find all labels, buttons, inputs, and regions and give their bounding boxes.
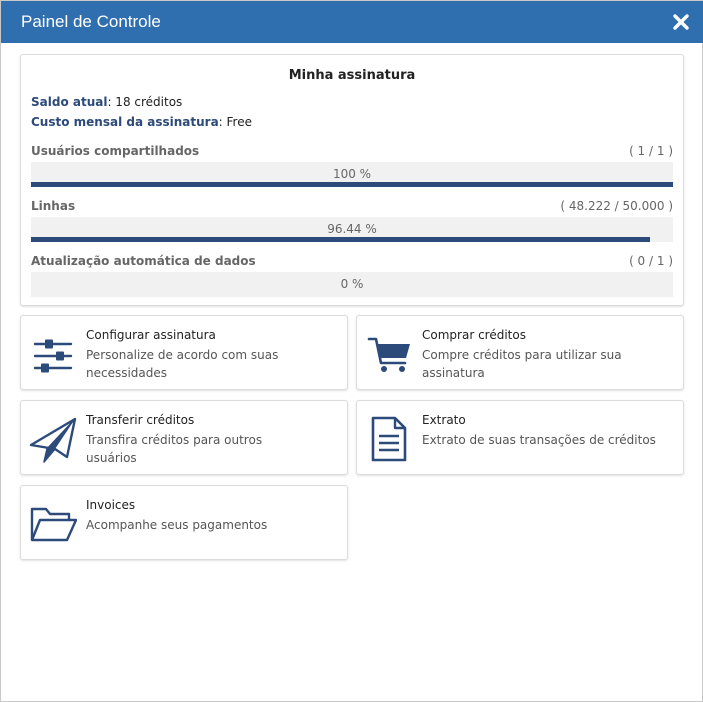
transfer-credits-title: Transferir créditos	[86, 413, 195, 427]
shared-users-count: ( 1 / 1 )	[629, 144, 673, 158]
buy-credits-tile[interactable]: Comprar créditos Compre créditos para ut…	[356, 315, 684, 390]
lines-label: Linhas	[31, 199, 76, 213]
monthly-cost-value: : Free	[218, 115, 252, 129]
balance-line: Saldo atual: 18 créditos	[31, 95, 182, 109]
subscription-title: Minha assinatura	[288, 68, 416, 83]
transfer-credits-tile[interactable]: Transferir créditos Transfira créditos p…	[20, 400, 348, 475]
buy-credits-desc: Compre créditos para utilizar sua assina…	[422, 348, 622, 380]
lines-count: ( 48.222 / 50.000 )	[560, 199, 673, 213]
configure-subscription-tile[interactable]: Configurar assinatura Personalize de aco…	[20, 315, 348, 390]
statement-desc: Extrato de suas transações de créditos	[422, 433, 656, 447]
buy-credits-title: Comprar créditos	[422, 328, 526, 342]
sliders-icon	[29, 330, 77, 378]
statement-tile[interactable]: Extrato Extrato de suas transações de cr…	[356, 400, 684, 475]
folder-open-icon	[29, 500, 78, 548]
subscription-card: Minha assinatura Saldo atual: 18 crédito…	[20, 54, 684, 306]
configure-subscription-title: Configurar assinatura	[86, 328, 216, 342]
lines-progress: 96.44 %	[31, 217, 673, 242]
auto-update-count: ( 0 / 1 )	[629, 254, 673, 268]
auto-update-label: Atualização automática de dados	[31, 254, 256, 268]
monthly-cost-line: Custo mensal da assinatura: Free	[31, 115, 252, 129]
titlebar: Painel de Controle	[1, 1, 703, 43]
configure-subscription-desc: Personalize de acordo com suas necessida…	[86, 348, 279, 380]
document-icon	[365, 415, 413, 463]
invoices-title: Invoices	[86, 498, 136, 512]
monthly-cost-label: Custo mensal da assinatura	[31, 115, 219, 129]
lines-percent: 96.44 %	[327, 222, 377, 236]
close-button[interactable]	[670, 11, 692, 33]
shared-users-progress-fill	[31, 182, 673, 187]
shared-users-label: Usuários compartilhados	[31, 144, 200, 158]
window-title: Painel de Controle	[21, 12, 161, 31]
cart-icon	[365, 330, 413, 378]
auto-update-progress: 0 %	[31, 272, 673, 297]
invoices-tile[interactable]: Invoices Acompanhe seus pagamentos	[20, 485, 348, 560]
control-panel-window: Painel de Controle Minha assinatura Sald…	[0, 0, 703, 702]
paper-plane-icon	[29, 415, 77, 463]
balance-label: Saldo atual	[31, 95, 108, 109]
lines-progress-fill	[31, 237, 651, 242]
statement-title: Extrato	[422, 413, 466, 427]
balance-value: : 18 créditos	[107, 95, 183, 109]
shared-users-percent: 100 %	[332, 167, 372, 181]
close-icon	[673, 14, 689, 30]
auto-update-percent: 0 %	[340, 277, 364, 291]
shared-users-progress: 100 %	[31, 162, 673, 187]
transfer-credits-desc: Transfira créditos para outros usuários	[86, 433, 263, 465]
invoices-desc: Acompanhe seus pagamentos	[86, 518, 268, 532]
